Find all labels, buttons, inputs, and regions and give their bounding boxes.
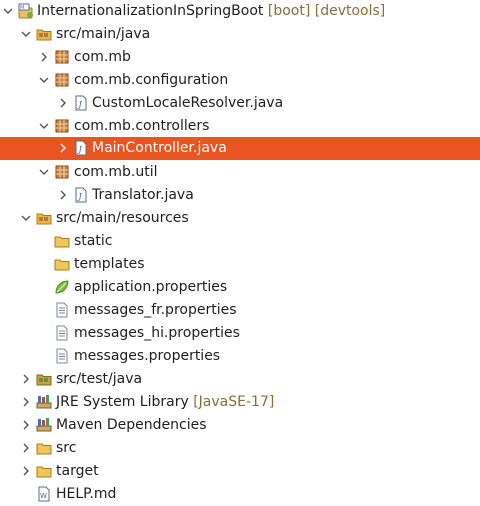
java-file-icon: J bbox=[73, 140, 89, 156]
project-decoration: [boot] [devtools] bbox=[267, 3, 386, 19]
tree-item-package-controllers[interactable]: com.mb.controllers bbox=[0, 115, 480, 138]
chevron-right-icon[interactable] bbox=[21, 443, 31, 453]
tree-item-package-util[interactable]: com.mb.util bbox=[0, 161, 480, 184]
properties-file-icon bbox=[54, 348, 70, 364]
tree-label: src bbox=[56, 440, 77, 456]
chevron-down-icon[interactable] bbox=[39, 121, 49, 131]
tree-item-maven-dependencies[interactable]: Maven Dependencies bbox=[0, 414, 480, 437]
chevron-right-icon[interactable] bbox=[39, 52, 49, 62]
source-folder-icon bbox=[36, 371, 52, 387]
tree-item-src-test-java[interactable]: src/test/java bbox=[0, 368, 480, 391]
tree-label: templates bbox=[74, 256, 145, 272]
properties-file-icon bbox=[54, 325, 70, 341]
tree-item-folder-target[interactable]: target bbox=[0, 460, 480, 483]
spring-leaf-icon bbox=[54, 279, 70, 295]
tree-label: src/main/resources bbox=[56, 210, 189, 226]
tree-item-help-md[interactable]: W HELP.md bbox=[0, 483, 480, 506]
folder-icon bbox=[54, 233, 70, 249]
tree-item-custom-locale-resolver[interactable]: J CustomLocaleResolver.java bbox=[0, 92, 480, 115]
package-icon bbox=[54, 118, 70, 134]
tree-label: static bbox=[74, 233, 113, 249]
tree-item-project[interactable]: M InternationalizationInSpringBoot [boot… bbox=[0, 0, 480, 23]
tree-item-messages-fr-properties[interactable]: messages_fr.properties bbox=[0, 299, 480, 322]
package-icon bbox=[54, 72, 70, 88]
tree-item-folder-src[interactable]: src bbox=[0, 437, 480, 460]
chevron-right-icon[interactable] bbox=[58, 143, 68, 153]
tree-label: HELP.md bbox=[56, 486, 117, 502]
markdown-file-icon: W bbox=[36, 486, 52, 502]
tree-label: JRE System Library [JavaSE-17] bbox=[56, 394, 275, 410]
package-icon bbox=[54, 164, 70, 180]
svg-text:W: W bbox=[40, 492, 47, 500]
source-folder-icon bbox=[36, 26, 52, 42]
chevron-right-icon[interactable] bbox=[21, 397, 31, 407]
chevron-right-icon[interactable] bbox=[58, 190, 68, 200]
tree-item-jre-library[interactable]: JRE System Library [JavaSE-17] bbox=[0, 391, 480, 414]
maven-boot-project-icon: M bbox=[18, 3, 34, 19]
chevron-right-icon[interactable] bbox=[21, 374, 31, 384]
package-icon bbox=[54, 49, 70, 65]
library-icon bbox=[36, 394, 52, 410]
tree-item-translator[interactable]: J Translator.java bbox=[0, 184, 480, 207]
chevron-down-icon[interactable] bbox=[39, 167, 49, 177]
tree-label: com.mb.controllers bbox=[74, 118, 210, 134]
chevron-down-icon[interactable] bbox=[3, 6, 13, 16]
source-folder-icon bbox=[36, 210, 52, 226]
tree-item-messages-properties[interactable]: messages.properties bbox=[0, 345, 480, 368]
chevron-right-icon[interactable] bbox=[58, 98, 68, 108]
tree-item-main-controller[interactable]: J MainController.java bbox=[0, 137, 480, 160]
chevron-right-icon[interactable] bbox=[21, 466, 31, 476]
tree-item-src-main-resources[interactable]: src/main/resources bbox=[0, 207, 480, 230]
tree-label: messages.properties bbox=[74, 348, 221, 364]
tree-label: CustomLocaleResolver.java bbox=[92, 95, 284, 111]
tree-item-messages-hi-properties[interactable]: messages_hi.properties bbox=[0, 322, 480, 345]
properties-file-icon bbox=[54, 302, 70, 318]
tree-label: application.properties bbox=[74, 279, 228, 295]
java-file-icon: J bbox=[73, 95, 89, 111]
tree-label: Maven Dependencies bbox=[56, 417, 207, 433]
tree-label: messages_fr.properties bbox=[74, 302, 237, 318]
folder-icon bbox=[36, 463, 52, 479]
tree-label: target bbox=[56, 463, 99, 479]
chevron-down-icon[interactable] bbox=[21, 213, 31, 223]
library-icon bbox=[36, 417, 52, 433]
tree-label: src/main/java bbox=[56, 26, 151, 42]
project-explorer-tree: M InternationalizationInSpringBoot [boot… bbox=[0, 0, 480, 504]
tree-label: messages_hi.properties bbox=[74, 325, 240, 341]
tree-item-package-configuration[interactable]: com.mb.configuration bbox=[0, 69, 480, 92]
tree-label: com.mb bbox=[74, 49, 131, 65]
folder-icon bbox=[54, 256, 70, 272]
tree-item-folder-templates[interactable]: templates bbox=[0, 253, 480, 276]
svg-text:M: M bbox=[20, 5, 24, 11]
tree-item-application-properties[interactable]: application.properties bbox=[0, 276, 480, 299]
folder-icon bbox=[36, 440, 52, 456]
tree-item-package-com-mb[interactable]: com.mb bbox=[0, 46, 480, 69]
tree-label: MainController.java bbox=[92, 140, 227, 156]
tree-label: com.mb.util bbox=[74, 164, 158, 180]
tree-label: com.mb.configuration bbox=[74, 72, 229, 88]
java-file-icon: J bbox=[73, 187, 89, 203]
chevron-right-icon[interactable] bbox=[21, 420, 31, 430]
project-name: InternationalizationInSpringBoot [boot] … bbox=[37, 3, 386, 19]
jre-version-decoration: [JavaSE-17] bbox=[193, 394, 275, 410]
chevron-down-icon[interactable] bbox=[21, 29, 31, 39]
tree-label: Translator.java bbox=[92, 187, 194, 203]
tree-item-src-main-java[interactable]: src/main/java bbox=[0, 23, 480, 46]
chevron-down-icon[interactable] bbox=[39, 75, 49, 85]
tree-label: src/test/java bbox=[56, 371, 143, 387]
tree-item-folder-static[interactable]: static bbox=[0, 230, 480, 253]
